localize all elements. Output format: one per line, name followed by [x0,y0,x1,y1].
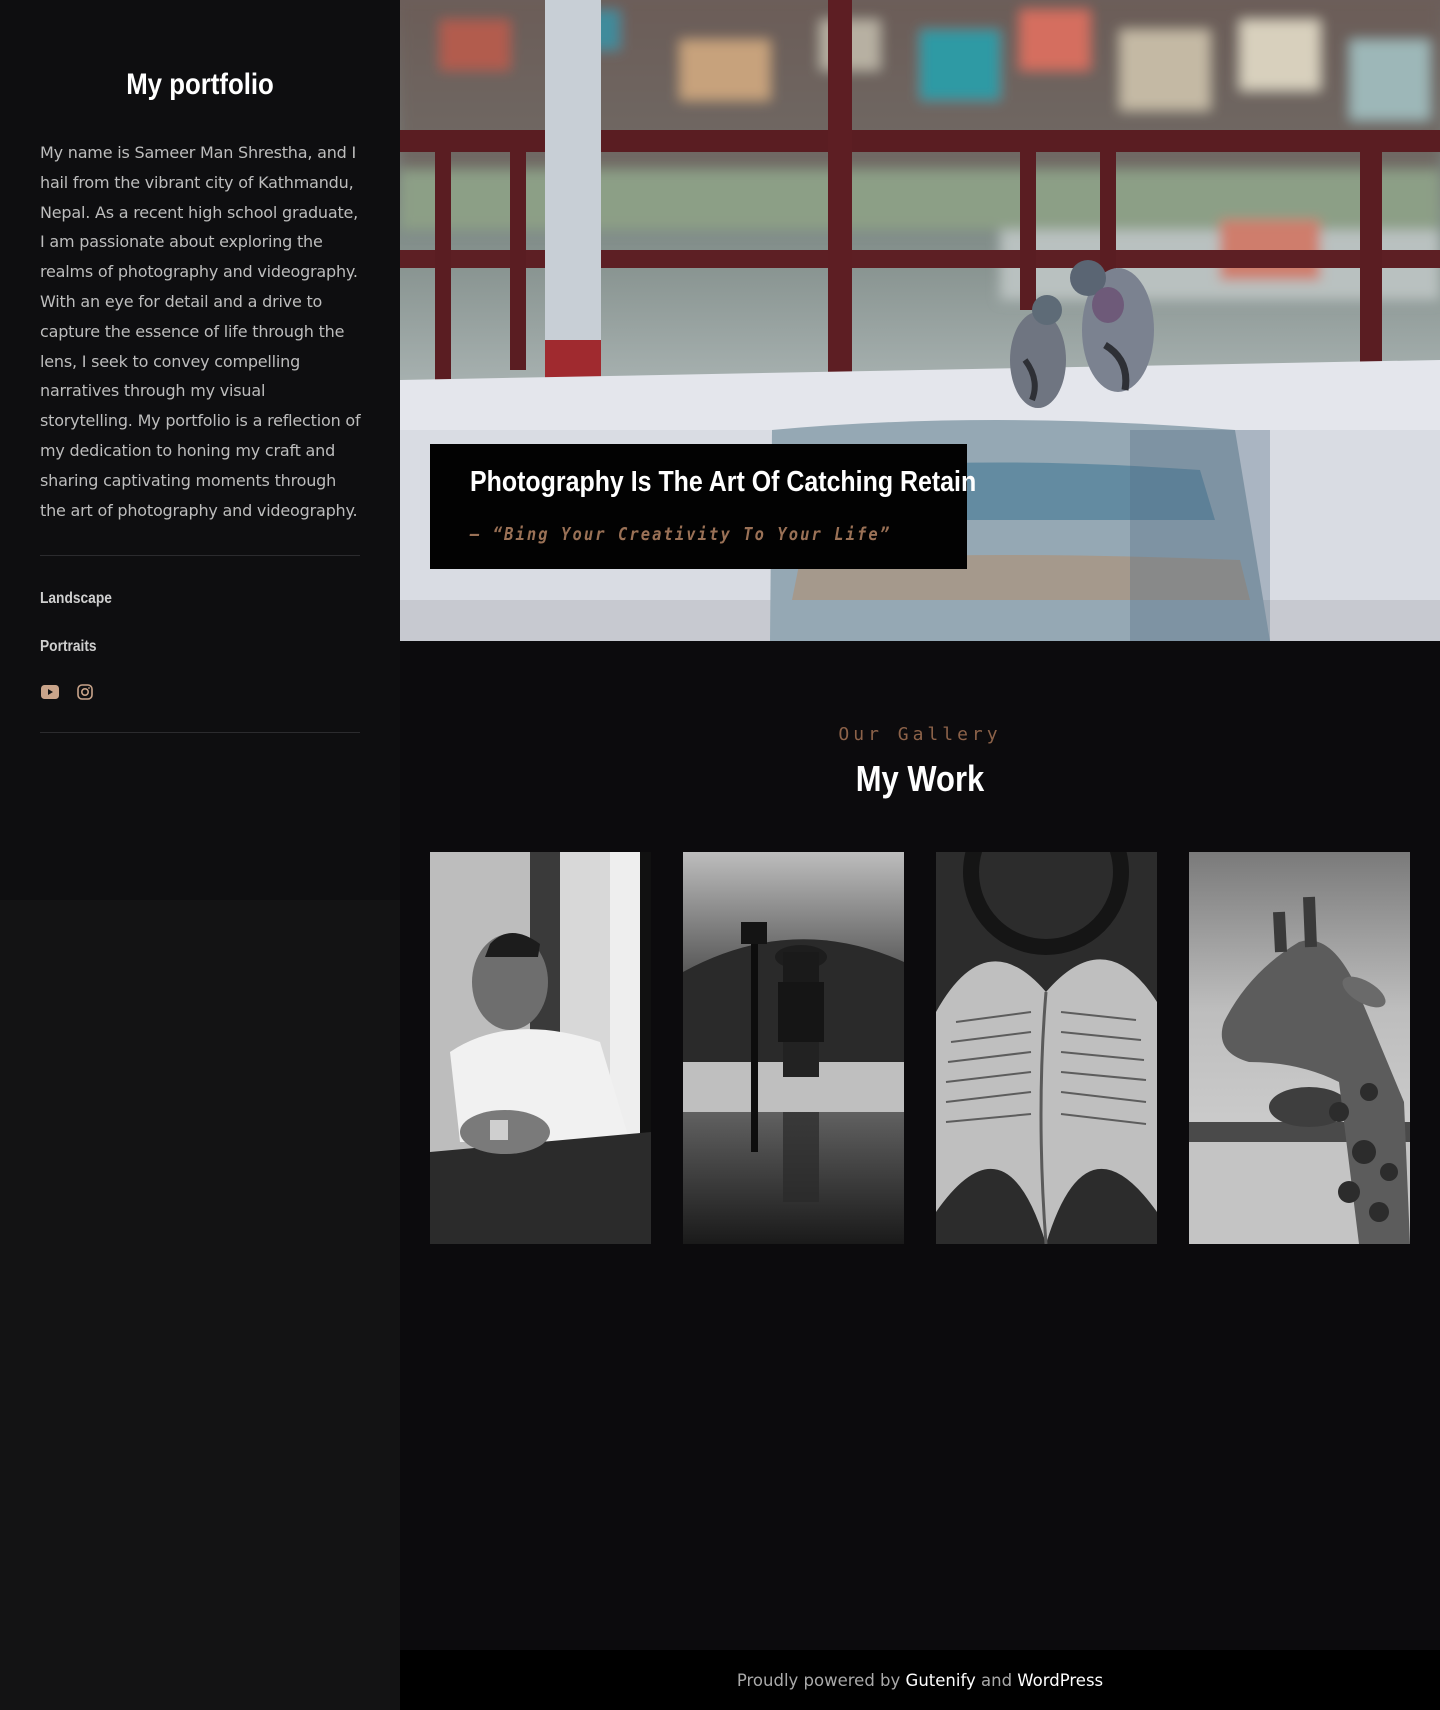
site-title[interactable]: My portfolio [28,68,372,102]
nav-item-landscape[interactable]: Landscape [40,590,112,608]
youtube-icon[interactable] [40,682,60,702]
hero-title: Photography Is The Art Of Catching Retai… [470,466,977,498]
hero-banner: Photography Is The Art Of Catching Retai… [400,0,1440,641]
gallery-item-book-heart-photo[interactable] [936,852,1157,1244]
footer-prefix: Proudly powered by [736,1670,906,1690]
sidebar: My portfolio My name is Sameer Man Shres… [0,0,400,1710]
instagram-icon[interactable] [75,682,95,702]
gallery-item-lego-firefighter-photo[interactable] [683,852,904,1244]
footer-middle: and [975,1670,1018,1690]
sidebar-panel: My portfolio My name is Sameer Man Shres… [0,0,400,900]
gallery-item-giraffe-photo[interactable] [1189,852,1410,1244]
gallery-item-portrait-photo[interactable] [430,852,651,1244]
nav-item-portraits[interactable]: Portraits [40,638,97,656]
wordpress-link[interactable]: WordPress [1017,1671,1103,1690]
gallery-kicker: Our Gallery [838,724,1002,745]
divider [40,555,360,556]
footer: Proudly powered by Gutenify and WordPres… [400,1650,1440,1710]
gallery-title: My Work [855,758,985,799]
hero-caption-box: Photography Is The Art Of Catching Retai… [430,444,976,569]
gutenify-link[interactable]: Gutenify [906,1671,976,1690]
bio-text: My name is Sameer Man Shrestha, and I ha… [40,143,361,520]
hero-subtitle: – “Bing Your Creativity To Your Life” [470,524,892,545]
divider [40,732,360,733]
